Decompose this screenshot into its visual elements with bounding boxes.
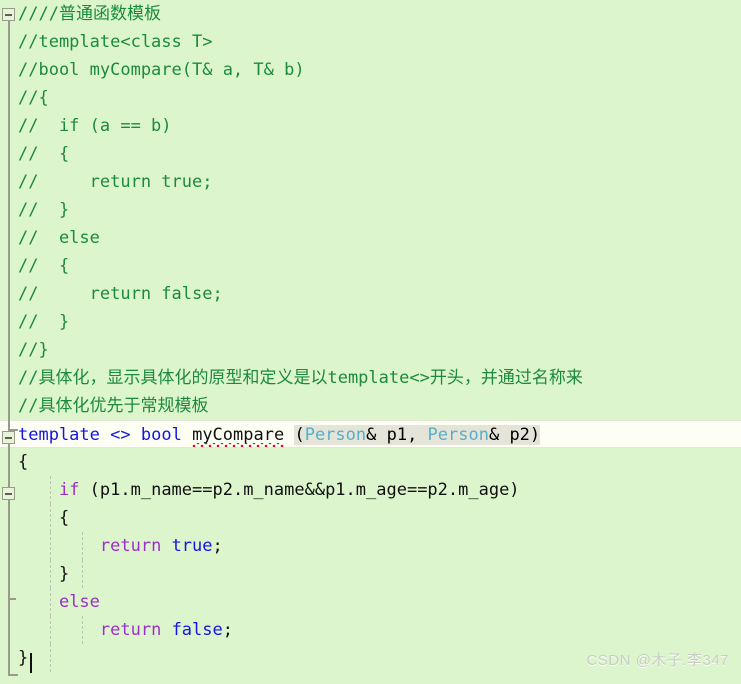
- csdn-watermark: CSDN @木子.李347: [586, 652, 729, 669]
- collapse-minus-icon[interactable]: [2, 8, 15, 21]
- code-line[interactable]: // return false;: [0, 280, 741, 308]
- code-token: // {: [18, 256, 70, 276]
- code-line[interactable]: //}: [0, 336, 741, 364]
- code-token: bool: [140, 425, 182, 445]
- outline-vertical-line: [8, 21, 10, 431]
- code-token: ;: [212, 536, 223, 556]
- indent-guide: [50, 560, 51, 588]
- code-token: (p1.m_name==p2.m_name&&p1.m_age==p2.m_ag…: [79, 480, 520, 500]
- indent-guide: [50, 504, 51, 532]
- code-line[interactable]: return true;: [0, 532, 741, 560]
- code-token: {: [18, 452, 29, 472]
- collapse-minus-icon[interactable]: [2, 431, 15, 444]
- code-line[interactable]: if (p1.m_name==p2.m_name&&p1.m_age==p2.m…: [0, 476, 741, 504]
- code-token: return: [99, 536, 162, 556]
- text-caret: [30, 653, 32, 673]
- code-line[interactable]: else: [0, 588, 741, 616]
- code-token: else: [58, 592, 100, 612]
- code-line[interactable]: // }: [0, 196, 741, 224]
- code-token: // }: [18, 312, 70, 332]
- code-token: // if (a == b): [18, 116, 172, 136]
- code-line[interactable]: ////普通函数模板: [0, 0, 741, 28]
- indent-guide: [82, 560, 83, 588]
- code-line[interactable]: {: [0, 504, 741, 532]
- code-token: // }: [18, 200, 70, 220]
- code-line[interactable]: //{: [0, 84, 741, 112]
- code-token: return: [99, 620, 162, 640]
- code-token: //具体化，显示具体化的原型和定义是以template<>开头，并通过名称来: [18, 368, 583, 388]
- code-line[interactable]: // if (a == b): [0, 112, 741, 140]
- outline-vertical-line: [8, 500, 10, 600]
- code-token: }: [18, 564, 70, 584]
- code-line[interactable]: // return true;: [0, 168, 741, 196]
- code-line[interactable]: // {: [0, 140, 741, 168]
- indent-guide: [50, 476, 51, 504]
- code-token: // else: [18, 228, 100, 248]
- code-token: Person: [427, 425, 489, 445]
- outlining-gutter[interactable]: [0, 0, 18, 684]
- code-token: // return false;: [18, 284, 223, 304]
- code-line[interactable]: //bool myCompare(T& a, T& b): [0, 56, 741, 84]
- outline-end-marker: [8, 674, 18, 676]
- code-lines-container[interactable]: ////普通函数模板 //template<class T> //bool myCo…: [0, 0, 741, 672]
- code-token: false: [171, 620, 223, 640]
- code-line[interactable]: // {: [0, 252, 741, 280]
- code-token: // {: [18, 144, 70, 164]
- code-line[interactable]: }: [0, 560, 741, 588]
- code-token: ;: [222, 620, 233, 640]
- code-line[interactable]: template <> bool myCompare (Person& p1, …: [0, 420, 741, 448]
- code-line[interactable]: //具体化优先于常规模板: [0, 392, 741, 420]
- code-token: template: [18, 425, 100, 445]
- indent-guide: [82, 616, 83, 644]
- collapse-minus-icon[interactable]: [2, 487, 15, 500]
- code-line[interactable]: //template<class T>: [0, 28, 741, 56]
- code-line[interactable]: // else: [0, 224, 741, 252]
- code-token: }: [18, 648, 29, 668]
- code-token: & p2): [488, 425, 541, 445]
- indent-guide: [50, 616, 51, 644]
- code-token: ////普通函数模板: [18, 4, 161, 24]
- code-line[interactable]: return false;: [0, 616, 741, 644]
- code-line[interactable]: {: [0, 448, 741, 476]
- code-token: (: [294, 425, 305, 445]
- code-token: {: [18, 508, 70, 528]
- code-token: //}: [18, 340, 49, 360]
- code-line[interactable]: //具体化，显示具体化的原型和定义是以template<>开头，并通过名称来: [0, 364, 741, 392]
- code-token: //{: [18, 88, 49, 108]
- code-token: // return true;: [18, 172, 213, 192]
- code-token: true: [171, 536, 213, 556]
- indent-guide: [50, 532, 51, 560]
- code-token: //template<class T>: [18, 32, 213, 52]
- code-editor[interactable]: ////普通函数模板 //template<class T> //bool myCo…: [0, 0, 741, 684]
- code-line[interactable]: // }: [0, 308, 741, 336]
- indent-guide: [50, 644, 51, 672]
- code-token: if: [58, 480, 80, 500]
- code-token: myCompare: [192, 425, 285, 445]
- code-token: <>: [110, 425, 131, 445]
- code-token: //具体化优先于常规模板: [18, 396, 209, 416]
- code-token: Person: [304, 425, 367, 445]
- code-token: & p1,: [366, 425, 428, 445]
- outline-end-marker: [8, 598, 16, 600]
- code-token: //bool myCompare(T& a, T& b): [18, 60, 305, 80]
- indent-guide: [82, 532, 83, 560]
- indent-guide: [50, 588, 51, 616]
